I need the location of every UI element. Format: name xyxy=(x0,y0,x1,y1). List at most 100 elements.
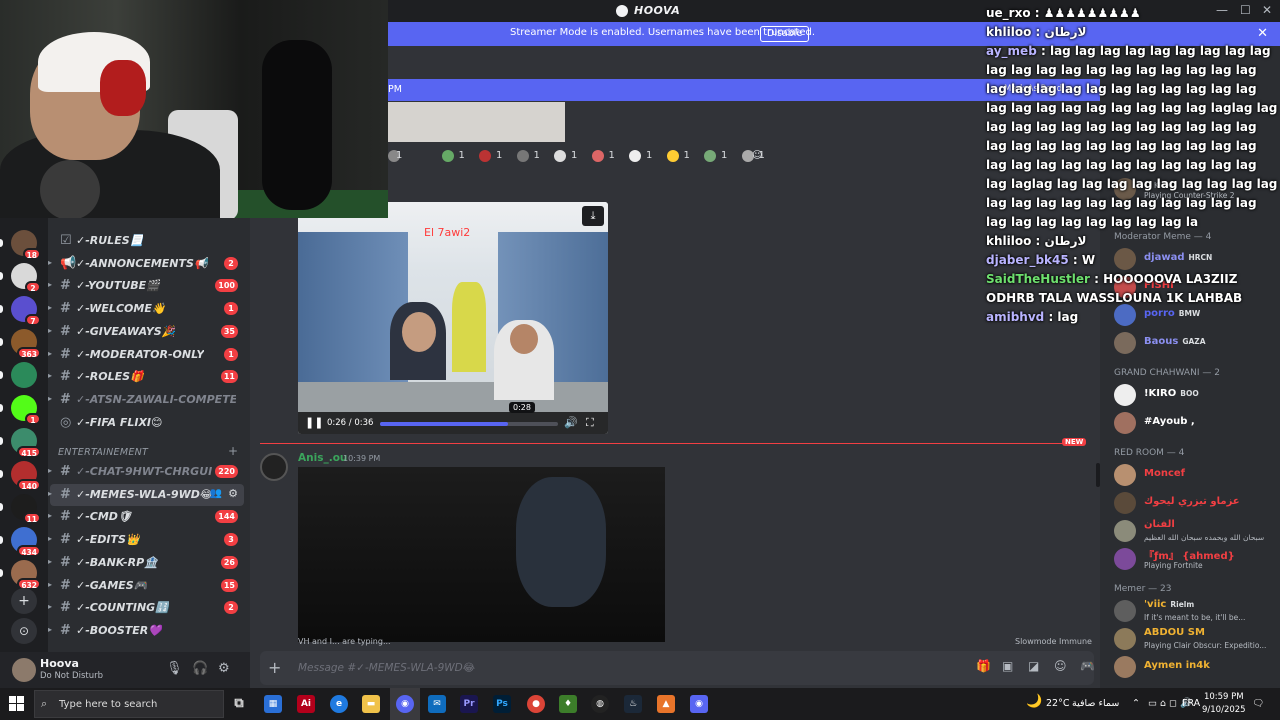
volume-icon[interactable]: 🔊 xyxy=(564,416,578,429)
member-item[interactable]: Moncef xyxy=(1114,462,1274,488)
category-header[interactable]: ENTERTAINEMENT xyxy=(58,447,148,458)
channel-item[interactable]: ▸ # ✓-WELCOME👋 1 xyxy=(48,298,244,320)
member-item[interactable]: الفنان سبحان الله وبحمده سبحان الله العظي… xyxy=(1114,518,1274,544)
settings-gear-icon[interactable]: ⚙ xyxy=(218,661,230,676)
discover-icon[interactable]: ⊙ xyxy=(11,618,37,644)
discord-icon[interactable]: ◉ xyxy=(396,695,414,713)
member-item[interactable]: عزماو تيزري ليحوك xyxy=(1114,490,1274,516)
server-icon[interactable]: 363 xyxy=(11,329,41,359)
user-avatar[interactable] xyxy=(12,658,36,682)
server-icon[interactable]: 632 xyxy=(11,560,41,590)
reaction-emoji-icon[interactable] xyxy=(591,150,604,162)
reaction-emoji-icon[interactable] xyxy=(516,150,529,162)
pause-icon[interactable]: ❚❚ xyxy=(305,416,323,429)
apps-icon[interactable]: 🎮 xyxy=(1080,659,1095,673)
message-composer[interactable]: + Message #✓-MEMES-WLA-9WD😂 🎁 ▣ ◪ ☺ 🎮 xyxy=(260,651,1095,685)
store-icon[interactable]: ▦ xyxy=(264,695,282,713)
edge-icon[interactable]: e xyxy=(330,695,348,713)
microphone-icon[interactable]: 🎙 xyxy=(166,661,183,676)
gift-icon[interactable]: 🎁 xyxy=(976,659,991,673)
channel-item[interactable]: ▸ # ✓-EDITS👑 3 xyxy=(48,529,244,551)
member-avatar[interactable] xyxy=(1114,628,1136,650)
weather-text[interactable]: سماء صافية xyxy=(1072,698,1119,709)
member-avatar[interactable] xyxy=(1114,492,1136,514)
illustrator-icon[interactable]: Ai xyxy=(297,695,315,713)
reaction-emoji-icon[interactable] xyxy=(441,150,454,162)
channel-item[interactable]: ▸ # ✓-YOUTUBE🎬 100 xyxy=(48,275,244,297)
channel-item[interactable]: ▸ # ✓-COUNTING🔢 2 xyxy=(48,597,244,619)
channel-item[interactable]: ▸ # ✓-ROLES🎁 11 xyxy=(48,366,244,388)
channel-item[interactable]: ▸ # ✓-BOOSTER💜 xyxy=(48,620,244,642)
outlook-icon[interactable]: ✉ xyxy=(428,695,446,713)
reaction-emoji-icon[interactable] xyxy=(704,150,716,162)
channel-item[interactable]: ▸ # ✓-CMD🛡 144 xyxy=(48,506,244,528)
chrome-icon[interactable]: ● xyxy=(527,695,545,713)
server-icon[interactable]: 434 xyxy=(11,527,41,557)
photoshop-icon[interactable]: Ps xyxy=(493,695,511,713)
file-explorer-icon[interactable]: ▬ xyxy=(362,695,380,713)
add-attachment-icon[interactable]: + xyxy=(268,658,281,677)
reaction-emoji-icon[interactable] xyxy=(629,150,641,162)
channel-item[interactable]: ▸ # ✓-ATSN-ZAWALI-COMPETE... xyxy=(48,389,244,411)
channel-item[interactable]: ▸ # ✓-CHAT-9HWT-CHRGUI 220 xyxy=(48,461,244,483)
member-item[interactable]: Aymen in4k xyxy=(1114,654,1274,680)
add-reaction-icon[interactable]: ☺ xyxy=(752,150,762,161)
channel-item[interactable]: ▸ # ✓-BANK-RP🏦 26 xyxy=(48,552,244,574)
weather-icon[interactable]: 🌙 xyxy=(1026,694,1042,709)
add-server-button[interactable]: + xyxy=(11,588,37,614)
dark-video-attachment[interactable] xyxy=(298,467,665,642)
member-item[interactable]: ABDOU SM Playing Clair Obscur: Expeditio.… xyxy=(1114,626,1274,652)
message-author-avatar[interactable] xyxy=(260,453,288,481)
member-item[interactable]: 'viic Rielm If it's meant to be, it'll be.… xyxy=(1114,598,1274,624)
tray-chevron-icon[interactable]: ⌃ xyxy=(1132,698,1140,709)
taskbar-clock[interactable]: 10:59 PM 9/10/2025 xyxy=(1202,691,1246,717)
language-indicator[interactable]: FRA xyxy=(1182,698,1200,709)
steam-icon[interactable]: ♨ xyxy=(624,695,642,713)
member-avatar[interactable] xyxy=(1114,464,1136,486)
reaction-emoji-icon[interactable] xyxy=(479,150,491,162)
video-seek-bar[interactable] xyxy=(380,422,558,426)
emoji-icon[interactable]: ☺ xyxy=(1054,659,1067,673)
video-player[interactable]: El 7awi2 ⤓ ❚❚ 0:26 / 0:36 🔊 ⛶ xyxy=(298,202,608,434)
server-icon[interactable]: 2 xyxy=(11,263,41,293)
gif-icon[interactable]: ▣ xyxy=(1002,659,1013,673)
member-item[interactable]: 『ƒm』 {ahmed} Playing Fortnite xyxy=(1114,546,1274,572)
channel-settings-icon[interactable]: ⚙ xyxy=(228,487,238,500)
member-avatar[interactable] xyxy=(1114,600,1136,622)
channel-item[interactable]: ◎ ✓-FIFA FLIXI😊 xyxy=(50,412,244,434)
download-icon[interactable]: ⤓ xyxy=(582,206,604,226)
channel-item[interactable]: ▸ # ✓-GAMES🎮 15 xyxy=(48,575,244,597)
message-input[interactable]: Message #✓-MEMES-WLA-9WD😂 xyxy=(298,662,475,674)
channel-item[interactable]: ▸ # ✓-MODERATOR-ONLY 1 xyxy=(48,344,244,366)
message-author[interactable]: Anis_.ou xyxy=(298,452,347,464)
server-icon[interactable]: 11 xyxy=(11,494,41,524)
previous-attachment-image[interactable] xyxy=(388,102,565,142)
temperature[interactable]: 22°C xyxy=(1046,698,1069,709)
member-item[interactable]: !KIRO BOO xyxy=(1114,382,1274,408)
task-view-icon[interactable]: ⧉ xyxy=(230,695,248,713)
server-icon[interactable]: 7 xyxy=(11,296,41,326)
discord-icon[interactable]: ◉ xyxy=(690,695,708,713)
create-channel-icon[interactable]: + xyxy=(228,444,238,458)
server-icon[interactable]: 140 xyxy=(11,461,41,491)
disable-streamer-mode-button[interactable]: Disable xyxy=(760,26,810,42)
reaction-emoji-icon[interactable] xyxy=(666,150,679,162)
taskbar-search[interactable]: ⌕ Type here to search xyxy=(34,690,224,718)
channel-item[interactable]: ☑ ✓-RULES📃 xyxy=(50,230,244,252)
server-icon[interactable]: 1 xyxy=(11,395,41,425)
server-icon[interactable]: 18 xyxy=(11,230,41,260)
headphones-icon[interactable]: 🎧 xyxy=(192,661,208,676)
windows-start-icon[interactable] xyxy=(9,696,25,712)
sticker-icon[interactable]: ◪ xyxy=(1028,659,1039,673)
member-avatar[interactable] xyxy=(1114,520,1136,542)
channel-item[interactable]: ▸ # ✓-GIVEAWAYS🎉 35 xyxy=(48,321,244,343)
fullscreen-icon[interactable]: ⛶ xyxy=(586,416,594,430)
obs-icon[interactable]: ◍ xyxy=(591,695,609,713)
channel-item[interactable]: ▸ 📢 ✓-ANNONCEMENTS📢 2 xyxy=(48,253,244,275)
notifications-icon[interactable]: 🗨 xyxy=(1252,698,1264,709)
premiere-icon[interactable]: Pr xyxy=(460,695,478,713)
channel-item[interactable]: ▸ # ✓-MEMES-WLA-9WD😂 👥 ⚙ xyxy=(48,483,244,506)
member-avatar[interactable] xyxy=(1114,656,1136,678)
app-icon[interactable]: ♦ xyxy=(559,695,577,713)
member-avatar[interactable] xyxy=(1114,412,1136,434)
